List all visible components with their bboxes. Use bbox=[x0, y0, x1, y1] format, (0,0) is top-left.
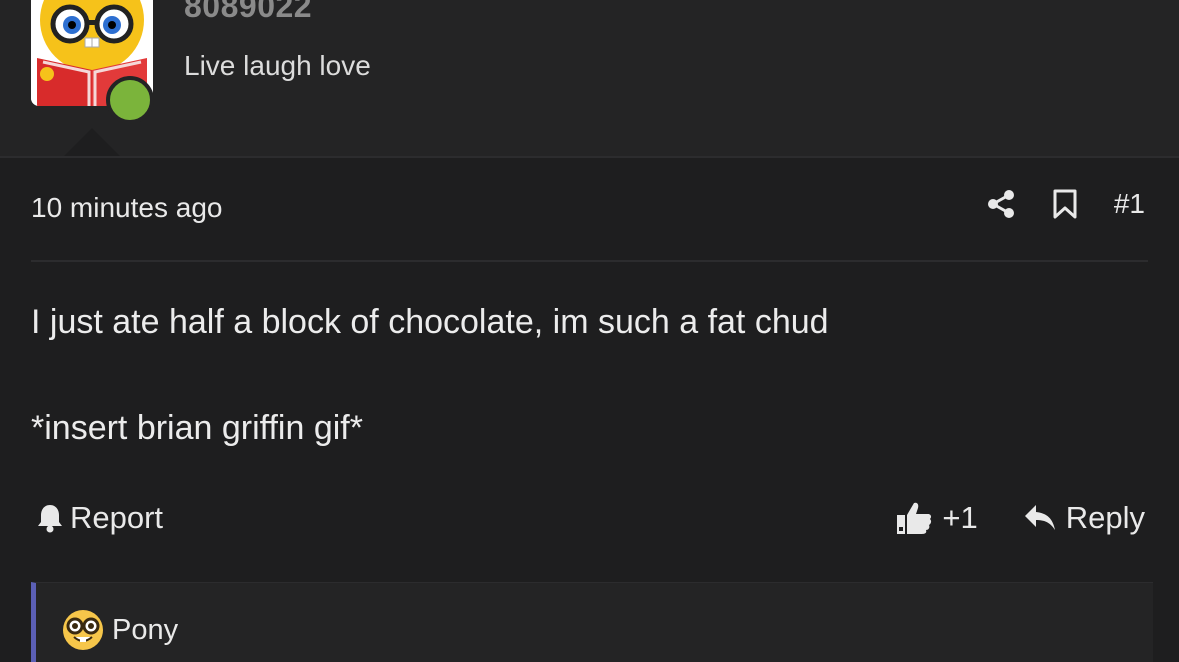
bell-icon bbox=[38, 505, 62, 533]
user-title: Live laugh love bbox=[184, 50, 371, 81]
online-status-indicator bbox=[106, 76, 154, 124]
quoted-reply[interactable]: Pony bbox=[31, 582, 1153, 662]
bookmark-icon[interactable] bbox=[1052, 188, 1078, 220]
share-icon[interactable] bbox=[986, 189, 1016, 219]
post-number-link[interactable]: #1 bbox=[1114, 188, 1145, 220]
post-body-line: I just ate half a block of chocolate, im… bbox=[31, 303, 829, 341]
username[interactable]: 8089022 bbox=[184, 0, 312, 25]
thumbs-up-icon bbox=[897, 502, 932, 534]
quote-author-name: Pony bbox=[112, 613, 179, 646]
divider bbox=[31, 260, 1148, 262]
report-label: Report bbox=[70, 500, 164, 535]
reply-label: Reply bbox=[1065, 500, 1145, 535]
like-count: +1 bbox=[942, 500, 978, 535]
nerd-face-icon bbox=[63, 610, 103, 650]
post-body: I just ate half a block of chocolate, im… bbox=[31, 300, 1148, 512]
post-meta-actions: #1 bbox=[986, 188, 1145, 220]
post-timestamp[interactable]: 10 minutes ago bbox=[31, 192, 222, 224]
reply-button[interactable]: Reply bbox=[1024, 500, 1145, 536]
like-button[interactable]: +1 bbox=[896, 500, 978, 536]
reply-arrow-icon bbox=[1024, 505, 1055, 530]
quote-author[interactable]: Pony bbox=[62, 609, 178, 651]
report-button[interactable]: Report bbox=[36, 500, 163, 536]
forum-post-page: 8089022 Live laugh love 10 minutes ago #… bbox=[0, 0, 1179, 662]
post-pointer bbox=[64, 128, 120, 156]
post-footer-actions: +1 Reply bbox=[896, 500, 1145, 536]
user-info-block: 8089022 Live laugh love bbox=[0, 0, 1179, 158]
post-body-line: *insert brian griffin gif* bbox=[31, 409, 363, 447]
